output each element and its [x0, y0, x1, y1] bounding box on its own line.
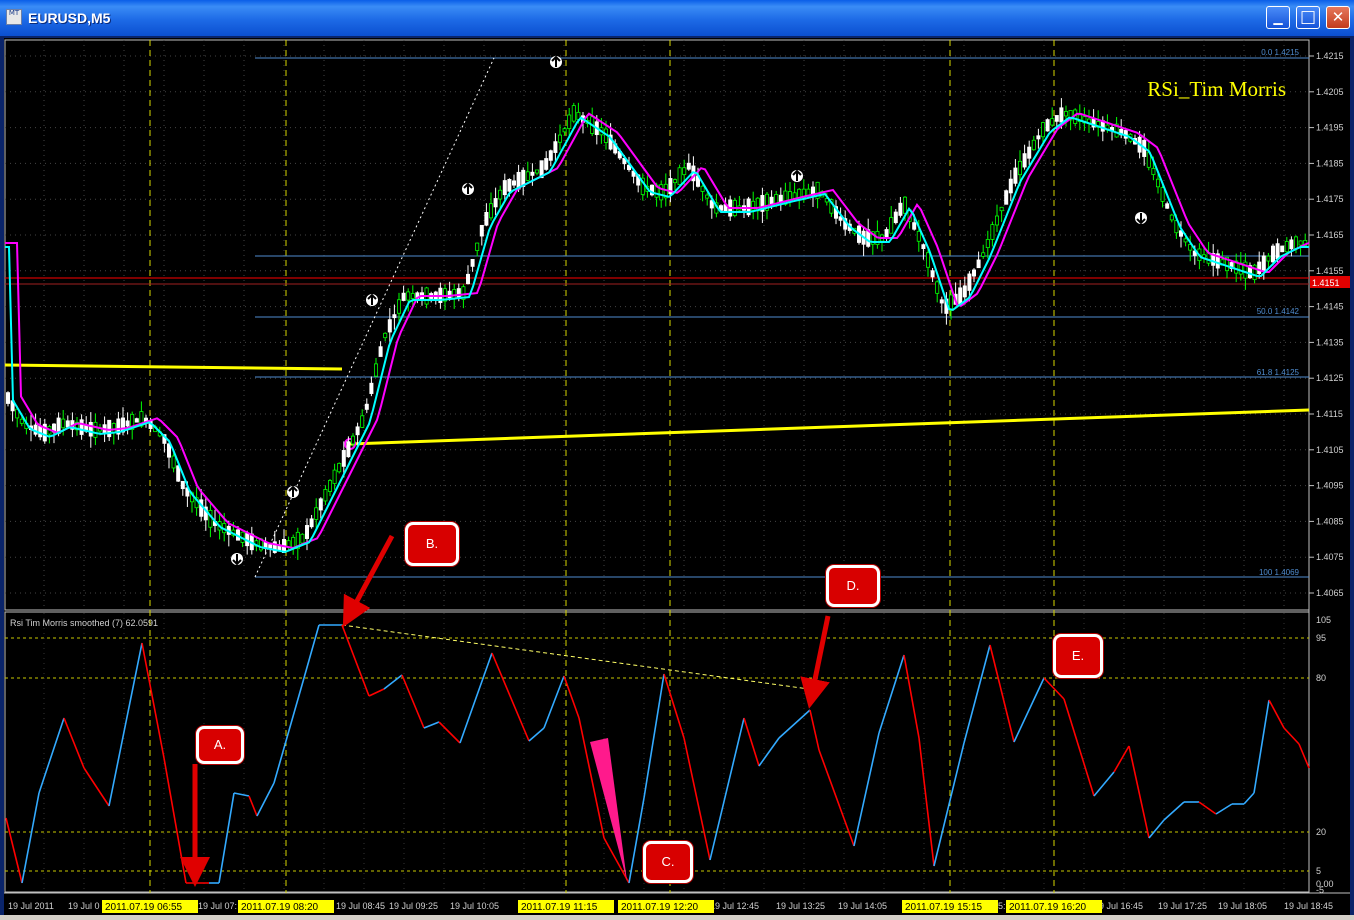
annotation-arrows — [180, 534, 831, 887]
arrow-d-icon — [800, 615, 831, 709]
arrow-b-icon — [342, 534, 395, 628]
